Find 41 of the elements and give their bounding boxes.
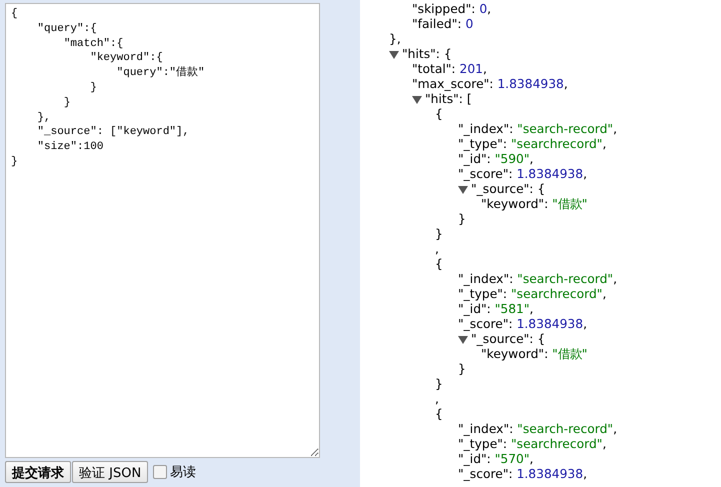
json-line: } bbox=[435, 227, 443, 242]
json-line: "failed": 0 bbox=[412, 17, 474, 32]
json-line: , bbox=[435, 392, 439, 407]
json-line: "_index": "search-record", bbox=[458, 422, 617, 437]
json-line: "_index": "search-record", bbox=[458, 272, 617, 287]
json-line: }, bbox=[389, 32, 401, 47]
json-line: } bbox=[458, 212, 466, 227]
json-line: "_id": "590", bbox=[458, 152, 534, 167]
json-line: { bbox=[435, 407, 443, 422]
json-line: } bbox=[458, 362, 466, 377]
json-line: "keyword": "借款" bbox=[481, 347, 588, 362]
json-line: , bbox=[435, 242, 439, 257]
json-line: { bbox=[435, 257, 443, 272]
json-line: "_score": 1.8384938, bbox=[458, 167, 587, 182]
json-line: "hits": { bbox=[402, 47, 452, 62]
json-line: "skipped": 0, bbox=[412, 2, 492, 17]
collapse-caret-icon[interactable] bbox=[412, 95, 422, 104]
collapse-caret-icon[interactable] bbox=[458, 185, 468, 194]
json-line: "_index": "search-record", bbox=[458, 122, 617, 137]
query-input-field[interactable]: { "query":{ "match":{ "keyword":{ "query":"借款" } } }, "_source": ["keyword"], "size":100 } bbox=[5, 3, 320, 458]
json-line: "_id": "570", bbox=[458, 452, 534, 467]
json-line: "_type": "searchrecord", bbox=[458, 287, 606, 302]
json-line: "_type": "searchrecord", bbox=[458, 137, 606, 152]
collapse-caret-icon[interactable] bbox=[389, 50, 399, 59]
json-line: "_source": { bbox=[471, 332, 546, 347]
json-line: "_score": 1.8384938, bbox=[458, 467, 587, 482]
json-line: } bbox=[435, 377, 443, 392]
collapse-caret-icon[interactable] bbox=[458, 335, 468, 344]
json-line: "_type": "searchrecord", bbox=[458, 437, 606, 452]
validate-button[interactable]: 验证 JSON bbox=[72, 461, 148, 483]
json-line: "_score": 1.8384938, bbox=[458, 317, 587, 332]
json-line: { bbox=[435, 107, 443, 122]
json-line: "total": 201, bbox=[412, 62, 487, 77]
json-line: "max_score": 1.8384938, bbox=[412, 77, 568, 92]
json-line: "keyword": "借款" bbox=[481, 197, 588, 212]
json-line: "_source": { bbox=[471, 182, 546, 197]
submit-button[interactable]: 提交请求 bbox=[5, 461, 71, 483]
json-line: "hits": [ bbox=[425, 92, 472, 107]
checkbox[interactable] bbox=[153, 465, 168, 479]
checkbox-label: 易读 bbox=[170, 464, 196, 481]
json-line: "_id": "581", bbox=[458, 302, 534, 317]
